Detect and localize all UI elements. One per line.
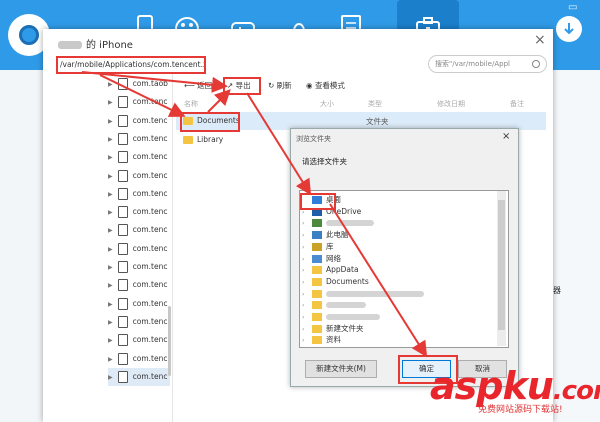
arrow-export-to-desktop (246, 92, 312, 196)
arrow-desktop-to-ok (329, 203, 428, 358)
arrow-path-to-export (81, 71, 228, 93)
watermark-subtitle: 免费网站源码下载站! (478, 405, 563, 415)
annotation-arrows (81, 71, 428, 358)
arrow-docs-to-export (207, 89, 231, 113)
